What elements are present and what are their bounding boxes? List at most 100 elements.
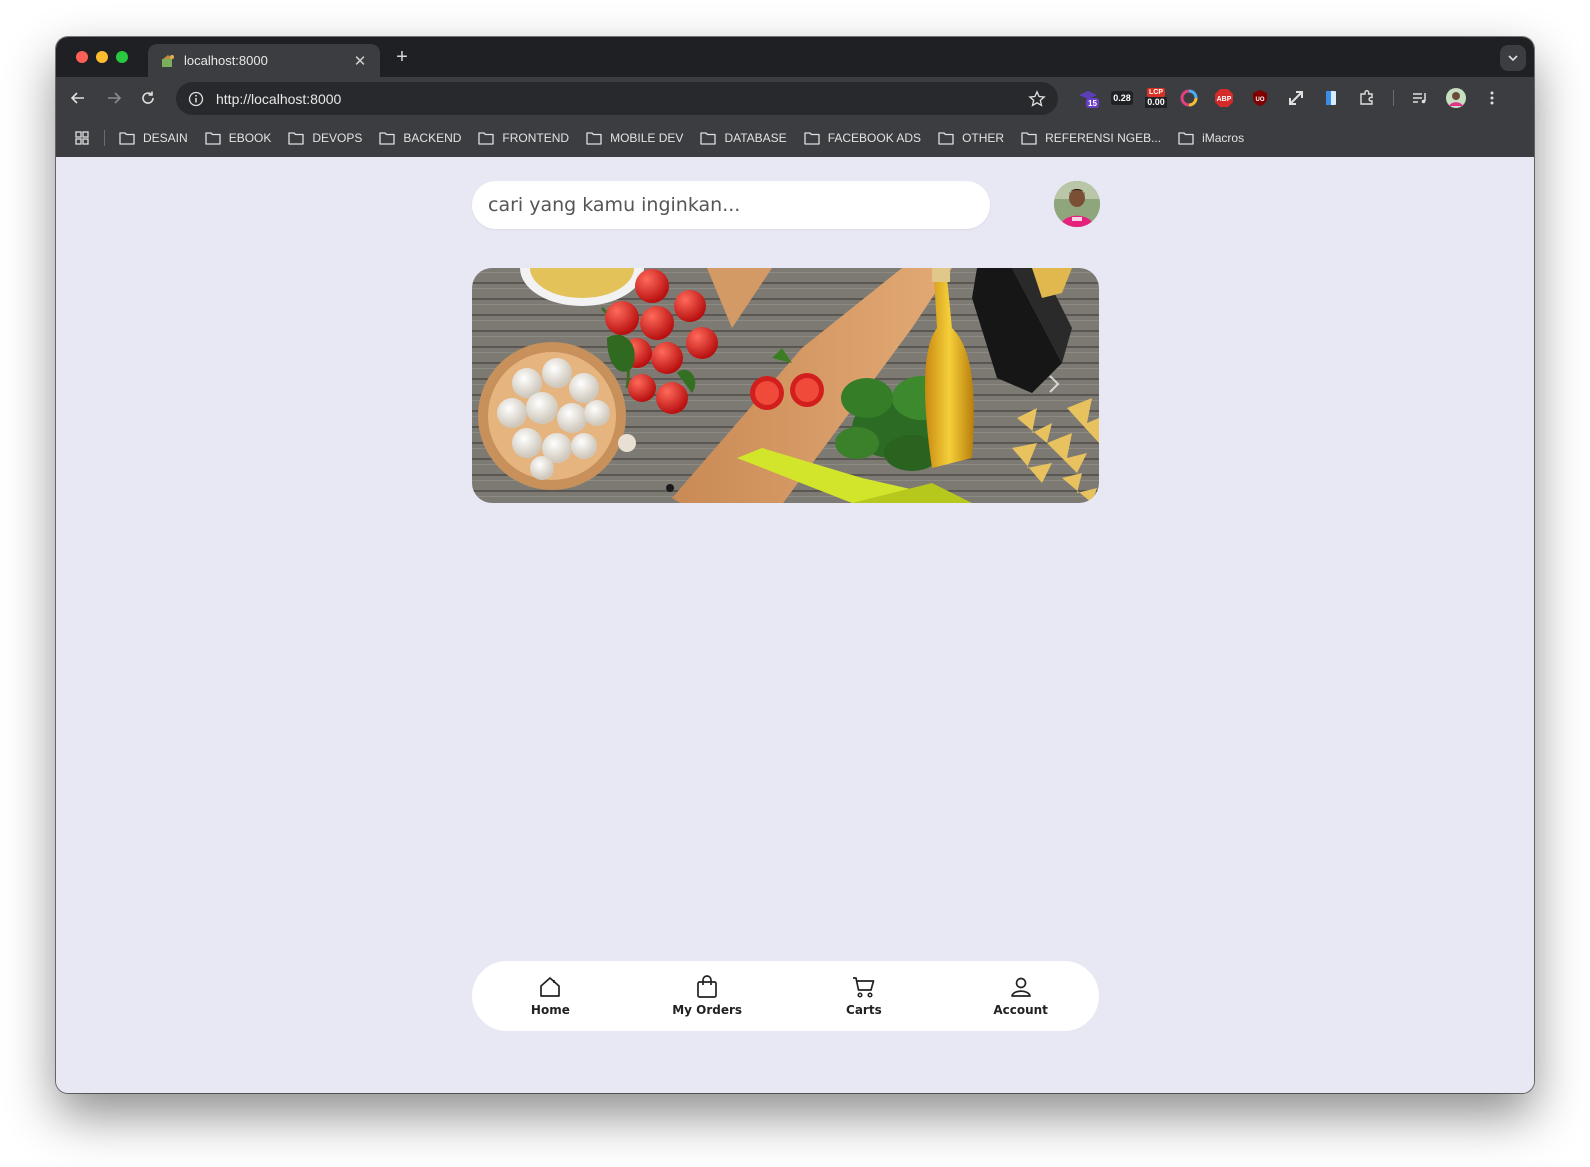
svg-text:ABP: ABP	[1217, 96, 1232, 103]
folder-icon	[586, 132, 602, 145]
kebab-menu-icon	[1490, 91, 1494, 105]
back-button[interactable]	[66, 86, 90, 110]
nav-my-orders-label: My Orders	[672, 1003, 743, 1017]
folder-icon	[288, 132, 305, 145]
bookmark-label: MOBILE DEV	[610, 131, 684, 145]
media-control-button[interactable]	[1409, 87, 1431, 109]
profile-button[interactable]	[1445, 87, 1467, 109]
folder-icon	[379, 132, 396, 145]
bookmark-folder[interactable]: DEVOPS	[288, 131, 362, 145]
extensions-menu-button[interactable]	[1356, 87, 1378, 109]
tab-close-icon[interactable]: ✕	[352, 52, 368, 70]
expand-arrows-icon	[1289, 91, 1303, 105]
search-input[interactable]	[472, 181, 990, 229]
bottom-navigation: Home My Orders Carts Account	[472, 961, 1099, 1031]
bookmark-label: FRONTEND	[502, 131, 570, 145]
folder-icon	[478, 132, 495, 145]
bookmark-label: DESAIN	[143, 131, 188, 145]
extension-resize[interactable]	[1285, 87, 1307, 109]
cls-value: 0.28	[1111, 91, 1133, 105]
nav-carts[interactable]: Carts	[786, 961, 943, 1031]
bookmark-label: OTHER	[962, 131, 1005, 145]
bookmark-label: EBOOK	[228, 131, 272, 145]
bookmark-label: BACKEND	[403, 131, 462, 145]
bookmark-folder[interactable]: DESAIN	[119, 131, 188, 145]
url-text: http://localhost:8000	[216, 90, 342, 107]
chevron-down-icon	[1508, 55, 1518, 62]
bookmark-label: iMacros	[1202, 131, 1245, 145]
extension-adblock-plus[interactable]: ABP	[1213, 87, 1235, 109]
minimize-window-button[interactable]	[96, 51, 108, 63]
extension-graduation[interactable]: 15	[1077, 87, 1099, 109]
nav-home-label: Home	[530, 1003, 570, 1017]
bookmark-label: DATABASE	[724, 131, 787, 145]
browser-toolbar: http://localhost:8000 15 0.28 LCP 0.00 A…	[56, 77, 1534, 119]
svg-text:UO: UO	[1256, 97, 1265, 103]
nav-account[interactable]: Account	[942, 961, 1099, 1031]
extension-ublock[interactable]: UO	[1249, 87, 1271, 109]
bookmark-folder[interactable]: OTHER	[938, 131, 1004, 145]
maximize-window-button[interactable]	[116, 51, 128, 63]
bookmark-label: REFERENSI NGEB...	[1045, 131, 1162, 145]
bookmark-folder[interactable]: iMacros	[1178, 131, 1244, 145]
folder-icon	[938, 132, 954, 145]
banner-image-kitchen-ingredients	[472, 268, 1099, 503]
extension-badge-count: 15	[1088, 99, 1097, 108]
cart-icon	[852, 977, 875, 998]
browser-tab[interactable]: localhost:8000 ✕	[148, 44, 380, 77]
bookmark-folder[interactable]: MOBILE DEV	[586, 131, 683, 145]
abp-icon: ABP	[1215, 89, 1233, 107]
bookmarks-bar: DESAIN EBOOK DEVOPS BACKEND FRONTEND MOBILE D…	[56, 119, 1534, 157]
extension-cls[interactable]: 0.28	[1108, 87, 1136, 109]
bookmark-folder[interactable]: FACEBOOK ADS	[804, 131, 921, 145]
extension-colorzilla[interactable]	[1178, 87, 1200, 109]
bookmark-folder[interactable]: EBOOK	[205, 131, 272, 145]
bookmark-folder[interactable]: DATABASE	[700, 131, 787, 145]
folder-icon	[700, 132, 717, 145]
bookmark-folder[interactable]: REFERENSI NGEB...	[1021, 131, 1161, 145]
new-tab-button[interactable]: +	[390, 45, 414, 69]
profile-avatar-icon	[1446, 88, 1466, 108]
hero-banner[interactable]	[472, 268, 1099, 503]
apps-grid-icon[interactable]	[74, 130, 90, 146]
extension-lcp[interactable]: LCP 0.00	[1142, 87, 1170, 109]
avatar-photo	[1054, 181, 1100, 227]
nav-carts-label: Carts	[846, 1003, 882, 1017]
folder-icon	[1178, 132, 1194, 145]
close-window-button[interactable]	[76, 51, 88, 63]
bookmark-folder[interactable]: BACKEND	[379, 131, 461, 145]
playlist-icon	[1413, 93, 1426, 104]
browser-menu-button[interactable]	[1481, 87, 1503, 109]
nav-home[interactable]: Home	[472, 961, 629, 1031]
nav-my-orders[interactable]: My Orders	[629, 961, 786, 1031]
extension-files[interactable]	[1320, 87, 1342, 109]
bookmark-label: FACEBOOK ADS	[827, 131, 922, 145]
user-avatar[interactable]	[1054, 181, 1100, 227]
tab-title: localhost:8000	[184, 53, 268, 68]
folder-icon	[1021, 132, 1037, 145]
color-ring-icon	[1180, 89, 1198, 107]
lcp-value: 0.00	[1145, 97, 1167, 108]
bookmark-folder[interactable]: FRONTEND	[478, 131, 569, 145]
tab-strip: localhost:8000 ✕ +	[56, 37, 1534, 77]
bookmark-star-icon[interactable]	[1028, 89, 1046, 108]
arrow-left-icon	[70, 92, 84, 104]
forward-button[interactable]	[102, 86, 126, 110]
ublock-shield-icon: UO	[1253, 90, 1267, 106]
reload-icon	[142, 91, 154, 104]
folder-icon	[804, 132, 820, 145]
bookmark-folders: DESAIN EBOOK DEVOPS BACKEND FRONTEND MOBILE D…	[119, 131, 1261, 145]
browser-window: localhost:8000 ✕ + http://localhost:8000…	[56, 37, 1534, 1093]
user-icon	[1010, 977, 1031, 997]
tab-search-button[interactable]	[1500, 45, 1526, 71]
folder-icon	[205, 132, 221, 145]
document-icon	[1326, 91, 1336, 105]
bookmarks-divider	[104, 130, 105, 146]
nav-account-label: Account	[993, 1003, 1048, 1017]
address-bar[interactable]: http://localhost:8000	[176, 82, 1058, 115]
reload-button[interactable]	[136, 86, 160, 110]
favicon-icon	[162, 54, 174, 67]
site-info-icon[interactable]	[188, 91, 204, 107]
folder-icon	[119, 132, 135, 145]
graduation-cap-icon: 15	[1079, 91, 1099, 108]
